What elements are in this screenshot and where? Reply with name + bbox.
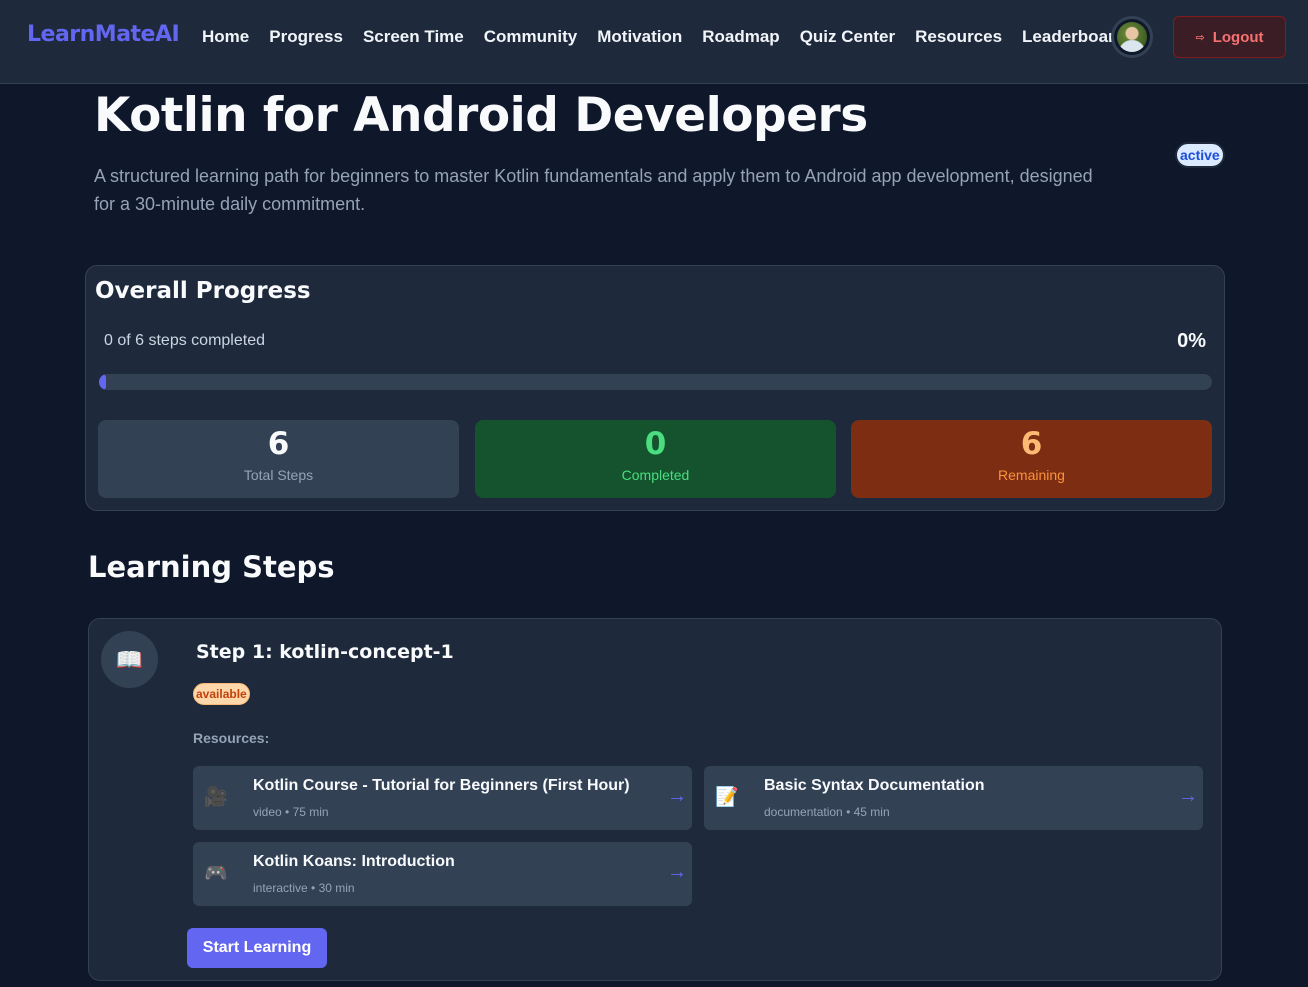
step-card: 📖 Step 1: kotlin-concept-1 available Res… — [88, 618, 1222, 981]
resource-title: Basic Syntax Documentation — [764, 777, 985, 794]
resource-type: video — [253, 805, 282, 819]
nav-link-motivation[interactable]: Motivation — [597, 27, 682, 47]
arrow-right-icon: → — [1178, 785, 1198, 807]
stat-remaining-label: Remaining — [998, 467, 1065, 483]
steps-completed-text: 0 of 6 steps completed — [104, 332, 265, 349]
resources-label: Resources: — [193, 730, 270, 746]
resource-item[interactable]: 🎥 Kotlin Course - Tutorial for Beginners… — [193, 766, 692, 830]
video-camera-icon: 🎥 — [204, 787, 228, 808]
document-icon: 📝 — [715, 787, 739, 808]
nav-link-progress[interactable]: Progress — [269, 27, 343, 47]
nav-link-resources[interactable]: Resources — [915, 27, 1002, 47]
nav-link-quiz-center[interactable]: Quiz Center — [800, 27, 895, 47]
resource-title: Kotlin Koans: Introduction — [253, 853, 455, 870]
resource-duration: 45 min — [853, 805, 890, 819]
learning-steps-title: Learning Steps — [88, 550, 335, 584]
stat-remaining-value: 6 — [1020, 426, 1043, 462]
arrow-right-icon: → — [667, 861, 687, 883]
progress-bar — [99, 374, 1212, 390]
nav-link-community[interactable]: Community — [484, 27, 578, 47]
logout-button[interactable]: ⇨ Logout — [1173, 16, 1286, 58]
resource-duration: 75 min — [292, 805, 329, 819]
step-title: Step 1: kotlin-concept-1 — [196, 641, 454, 663]
arrow-right-icon: → — [667, 785, 687, 807]
top-nav: LearnMateAI Home Progress Screen Time Co… — [0, 0, 1308, 84]
resource-type: documentation — [764, 805, 843, 819]
stat-completed-label: Completed — [621, 467, 690, 483]
stat-total-value: 6 — [267, 426, 290, 462]
nav-links: Home Progress Screen Time Community Moti… — [202, 27, 1145, 47]
resource-meta: video • 75 min — [253, 805, 329, 819]
page-description: A structured learning path for beginners… — [94, 166, 1093, 214]
book-icon: 📖 — [101, 631, 158, 688]
avatar-image — [1117, 22, 1147, 52]
stat-completed: 0 Completed — [475, 420, 836, 498]
logout-icon: ⇨ — [1195, 31, 1205, 44]
resource-meta: documentation • 45 min — [764, 805, 890, 819]
progress-bar-fill — [99, 374, 106, 390]
stat-completed-value: 0 — [644, 426, 667, 462]
start-learning-button[interactable]: Start Learning — [187, 928, 327, 968]
user-avatar[interactable] — [1111, 16, 1153, 58]
resource-title: Kotlin Course - Tutorial for Beginners (… — [253, 777, 630, 794]
logout-label: Logout — [1212, 28, 1264, 46]
resource-meta: interactive • 30 min — [253, 881, 355, 895]
progress-percent: 0% — [1177, 330, 1206, 352]
page-title: Kotlin for Android Developers — [94, 88, 868, 143]
brand-logo[interactable]: LearnMateAI — [27, 22, 180, 47]
stat-remaining: 6 Remaining — [851, 420, 1212, 498]
nav-link-screen-time[interactable]: Screen Time — [363, 27, 464, 47]
nav-link-home[interactable]: Home — [202, 27, 249, 47]
stat-total-steps: 6 Total Steps — [98, 420, 459, 498]
progress-title: Overall Progress — [95, 278, 311, 304]
resource-type: interactive — [253, 881, 308, 895]
nav-link-roadmap[interactable]: Roadmap — [702, 27, 779, 47]
resource-item[interactable]: 📝 Basic Syntax Documentation documentati… — [704, 766, 1203, 830]
nav-link-leaderboard[interactable]: Leaderboard — [1022, 27, 1125, 47]
step-status-badge: available — [193, 683, 250, 705]
overall-progress-card: Overall Progress 0 of 6 steps completed … — [85, 265, 1225, 511]
game-controller-icon: 🎮 — [204, 863, 228, 884]
stat-total-label: Total Steps — [243, 467, 314, 483]
resource-duration: 30 min — [318, 881, 355, 895]
status-badge: active — [1175, 142, 1225, 168]
resource-item[interactable]: 🎮 Kotlin Koans: Introduction interactive… — [193, 842, 692, 906]
